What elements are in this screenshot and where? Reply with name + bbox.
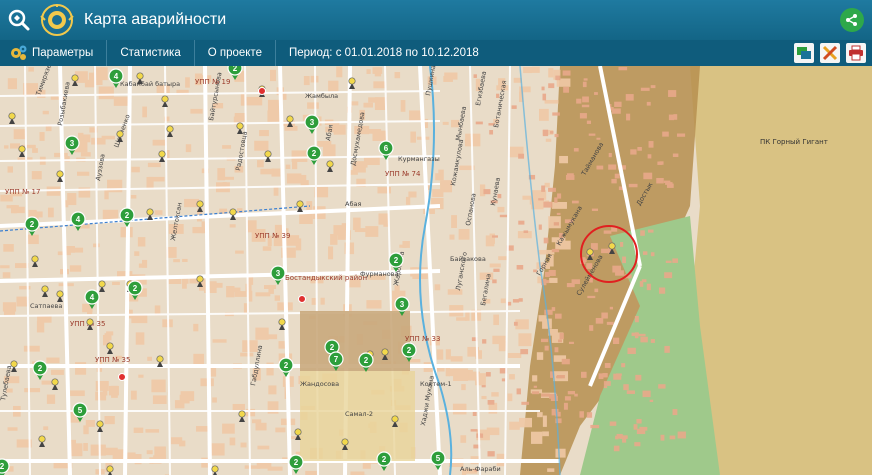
street-label: Курмангазы: [398, 155, 440, 163]
district-label: УПП № 17: [5, 188, 40, 196]
severe-accident-marker-icon[interactable]: [118, 373, 126, 381]
cluster-count: 2: [382, 455, 387, 464]
map-canvas[interactable]: ПК Горный Гигант УПП № 19УПП № 17УПП № 7…: [0, 66, 872, 475]
cluster-count: 7: [334, 355, 339, 364]
cluster-count: 2: [284, 361, 289, 370]
cluster-count: 4: [114, 72, 119, 81]
cluster-count: 2: [30, 220, 35, 229]
cluster-count: 4: [76, 215, 81, 224]
share-icon[interactable]: [840, 8, 864, 32]
toolbar: Параметры Статистика О проекте Период: с…: [0, 40, 872, 66]
map-layers-icon[interactable]: [794, 43, 814, 63]
stats-label: Статистика: [120, 47, 181, 59]
cluster-count: 3: [70, 139, 75, 148]
magnifier-logo-icon[interactable]: [7, 8, 31, 32]
print-icon[interactable]: [846, 43, 866, 63]
street-label: Жамбыла: [305, 92, 338, 100]
cluster-count: 2: [312, 149, 317, 158]
cluster-count: 3: [400, 300, 405, 309]
cluster-count: 2: [407, 346, 412, 355]
street-label: Аль-Фараби: [460, 465, 501, 473]
cluster-count: 2: [125, 211, 130, 220]
kazakhstan-emblem-icon: [40, 3, 74, 37]
params-button[interactable]: Параметры: [0, 40, 108, 66]
cluster-count: 2: [294, 458, 299, 467]
street-label: Самал-2: [345, 410, 373, 418]
cluster-count: 2: [330, 343, 335, 352]
street-label: Кабанбай батыра: [120, 80, 180, 88]
cluster-count: 3: [276, 269, 281, 278]
params-label: Параметры: [32, 47, 94, 59]
app-title: Карта аварийности: [84, 11, 227, 28]
gears-icon: [11, 45, 27, 60]
period-label: Период: с 01.01.2018 по 10.12.2018: [288, 47, 479, 59]
cluster-count: 5: [436, 454, 441, 463]
district-label: УПП № 39: [255, 232, 290, 240]
stats-button[interactable]: Статистика: [107, 40, 195, 66]
cluster-count: 2: [38, 364, 43, 373]
cluster-count: 2: [0, 462, 5, 471]
about-button[interactable]: О проекте: [195, 40, 276, 66]
district-label: УПП № 74: [385, 170, 421, 178]
cluster-count: 3: [310, 118, 315, 127]
severe-accident-marker-icon[interactable]: [298, 295, 306, 303]
district-label: УПП № 35: [95, 356, 130, 364]
cluster-count: 2: [364, 356, 369, 365]
about-label: О проекте: [207, 47, 262, 59]
severe-accident-marker-icon[interactable]: [258, 87, 266, 95]
cluster-count: 2: [133, 284, 138, 293]
street-label: Байзакова: [450, 255, 486, 263]
cluster-count: 5: [78, 406, 83, 415]
tools-icon[interactable]: [820, 43, 840, 63]
park-label: ПК Горный Гигант: [760, 138, 828, 146]
cluster-count: 2: [233, 66, 238, 73]
street-label: Абая: [345, 200, 361, 208]
cluster-count: 2: [394, 256, 399, 265]
period-display[interactable]: Период: с 01.01.2018 по 10.12.2018: [276, 40, 492, 66]
cluster-count: 4: [90, 293, 95, 302]
street-label: Сатпаева: [30, 302, 62, 310]
accident-map[interactable]: ПК Горный Гигант УПП № 19 УПП № 17 УПП № 7…: [0, 66, 872, 475]
district-label: УПП № 33: [405, 335, 440, 343]
street-label: Жандосова: [300, 380, 339, 388]
district-label: Бостандыкский район: [285, 274, 367, 282]
cluster-count: 6: [384, 144, 389, 153]
app-header: Карта аварийности: [0, 0, 872, 40]
street-label: Коктем-1: [420, 380, 452, 388]
toolbar-right-icons: [794, 43, 866, 63]
